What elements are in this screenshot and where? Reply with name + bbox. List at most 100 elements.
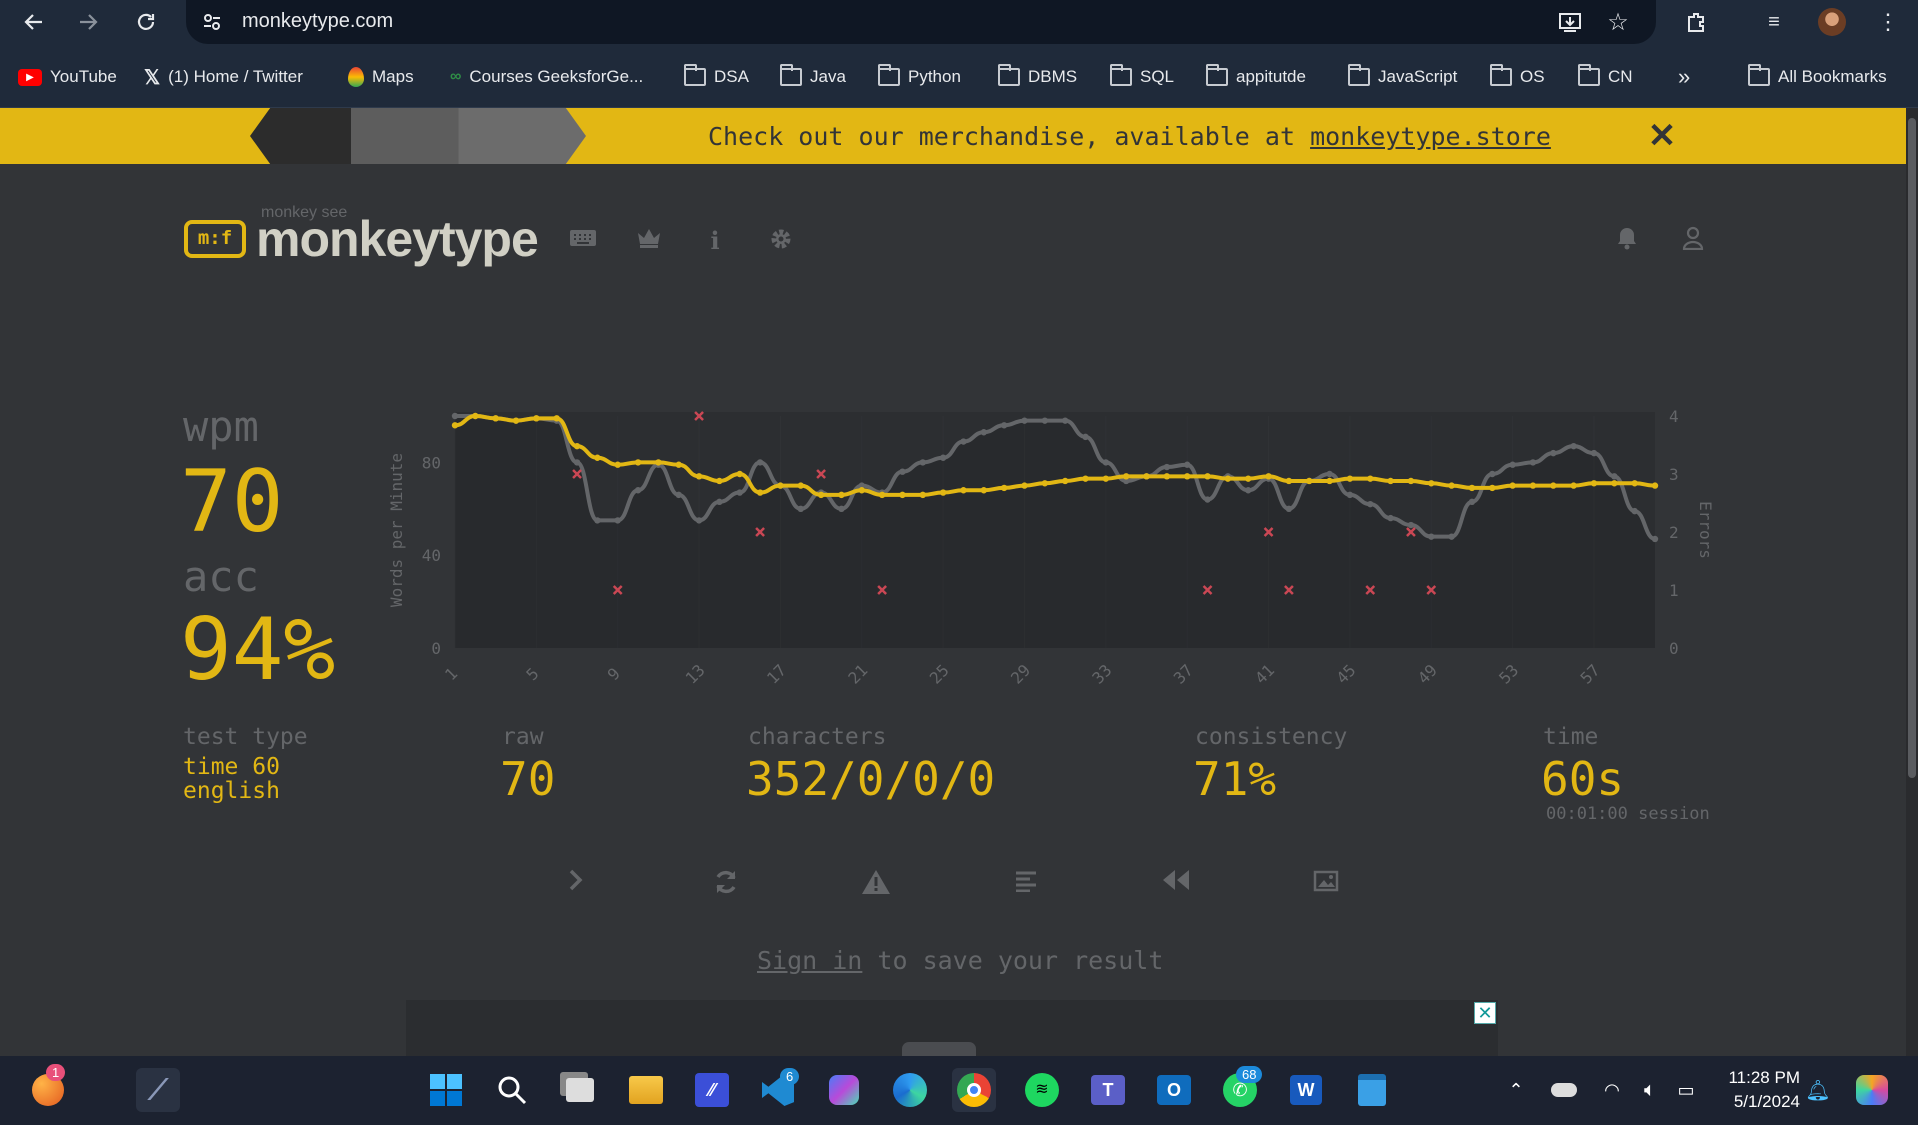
wpm-chart: 04080 01234 1 5 9 13 17 21 25 29 33 37 41 45 49 53 57 …: [387, 407, 1715, 688]
wpm-label: wpm: [183, 402, 259, 451]
bookmark-folder-dsa[interactable]: DSA: [684, 64, 749, 90]
more-bookmarks-button[interactable]: »: [1678, 64, 1690, 90]
bookmark-folder-sql[interactable]: SQL: [1110, 64, 1174, 90]
y-tick-label: 40: [422, 546, 441, 565]
wpm-point: [1021, 482, 1028, 489]
wpm-point: [1306, 477, 1313, 485]
x-tick-label: 9: [604, 664, 624, 684]
install-app-icon[interactable]: [1556, 8, 1584, 36]
menu-icon[interactable]: ⋮: [1874, 8, 1902, 36]
word-history-list-icon[interactable]: [1011, 868, 1041, 898]
ad-expand-handle[interactable]: [902, 1042, 976, 1056]
raw-point: [1346, 491, 1354, 499]
onedrive-cloud-icon[interactable]: [1542, 1068, 1586, 1112]
folder-icon: [1748, 64, 1770, 86]
bookmark-folder-cn[interactable]: CN: [1578, 64, 1633, 90]
clock-date[interactable]: 5/1/2024: [1720, 1092, 1800, 1112]
word-icon[interactable]: W: [1284, 1068, 1328, 1112]
leaderboard-crown-icon[interactable]: [634, 226, 664, 256]
restart-refresh-icon[interactable]: [711, 868, 741, 898]
test-type-label: test type: [183, 724, 308, 750]
edge-browser-icon[interactable]: [888, 1068, 932, 1112]
wpm-point: [614, 461, 621, 468]
extensions-icon[interactable]: [1682, 8, 1710, 36]
url-text[interactable]: monkeytype.com: [242, 10, 393, 33]
clock-time[interactable]: 11:28 PM: [1720, 1068, 1800, 1088]
x-tick-label: 37: [1170, 661, 1197, 688]
spotify-icon[interactable]: ≋: [1020, 1068, 1064, 1112]
bookmark-star-icon[interactable]: ☆: [1604, 8, 1632, 36]
about-info-icon[interactable]: i: [700, 226, 730, 256]
all-bookmarks-button[interactable]: All Bookmarks: [1748, 64, 1887, 90]
notepad-icon[interactable]: [1350, 1068, 1394, 1112]
report-warning-icon[interactable]: [861, 868, 891, 898]
reload-icon[interactable]: [132, 8, 160, 36]
replay-rewind-icon[interactable]: [1161, 868, 1191, 898]
bookmark-folder-javascript[interactable]: JavaScript: [1348, 64, 1457, 90]
address-bar[interactable]: monkeytype.com ☆: [186, 0, 1656, 44]
folder-icon: [1490, 64, 1512, 86]
x-tick-label: 33: [1088, 661, 1115, 688]
sign-in-link[interactable]: Sign in: [757, 946, 862, 975]
keyboard-icon[interactable]: [568, 226, 598, 256]
account-user-icon[interactable]: [1678, 226, 1708, 256]
save-screenshot-image-icon[interactable]: [1311, 868, 1341, 898]
raw-point: [1021, 417, 1028, 424]
x-tick-label: 13: [682, 661, 709, 688]
pinned-app-icon[interactable]: ⟋: [136, 1068, 180, 1112]
bookmark-geeksforgeeks[interactable]: ∞ Courses GeeksforGe...: [450, 64, 643, 90]
file-explorer-icon[interactable]: [624, 1068, 668, 1112]
scrollbar-thumb[interactable]: [1908, 118, 1916, 778]
bookmark-folder-appitutde[interactable]: appitutde: [1206, 64, 1306, 90]
notification-bell-icon[interactable]: 🔔︎: [1796, 1068, 1840, 1112]
site-settings-icon[interactable]: [198, 8, 226, 36]
back-icon[interactable]: [20, 8, 48, 36]
notifications-bell-icon[interactable]: [1612, 226, 1642, 256]
banner-close-button[interactable]: ✕: [1642, 116, 1682, 156]
bookmark-folder-dbms[interactable]: DBMS: [998, 64, 1077, 90]
wpm-point: [1102, 475, 1110, 482]
test-type-mode: time 60: [183, 754, 280, 780]
whatsapp-badge: 68: [1236, 1066, 1263, 1083]
battery-icon[interactable]: ▭: [1664, 1068, 1708, 1112]
wpm-value: 70: [180, 452, 284, 552]
wpm-point: [573, 442, 581, 450]
x-tick-label: 21: [844, 661, 871, 688]
folder-icon: [1348, 64, 1370, 86]
wpm-point: [1285, 477, 1293, 485]
logo-text[interactable]: monkeytype: [256, 210, 539, 268]
copilot-app-icon[interactable]: [822, 1068, 866, 1112]
wpm-point: [899, 491, 906, 499]
bookmark-maps[interactable]: Maps: [348, 64, 414, 90]
store-link[interactable]: monkeytype.store: [1310, 122, 1551, 151]
search-icon[interactable]: [490, 1068, 534, 1112]
forward-icon[interactable]: [74, 8, 102, 36]
outlook-icon[interactable]: O: [1152, 1068, 1196, 1112]
wpm-point: [695, 473, 703, 480]
editor-app-icon[interactable]: ⁄⁄: [690, 1068, 734, 1112]
profile-avatar[interactable]: [1818, 8, 1846, 36]
raw-point: [1489, 470, 1496, 478]
ad-close-icon[interactable]: ✕: [1474, 1002, 1496, 1024]
task-view-icon[interactable]: [558, 1068, 602, 1112]
bookmark-folder-python[interactable]: Python: [878, 64, 961, 90]
bookmark-folder-os[interactable]: OS: [1490, 64, 1545, 90]
wpm-point: [1387, 477, 1394, 485]
copilot-icon[interactable]: [1850, 1068, 1894, 1112]
next-test-chevron-icon[interactable]: [561, 868, 591, 898]
geeksforgeeks-icon: ∞: [450, 68, 462, 85]
bookmark-twitter[interactable]: 𝕏 (1) Home / Twitter: [144, 64, 303, 90]
y-tick-label: 0: [431, 639, 441, 658]
media-control-icon[interactable]: ≡: [1760, 8, 1788, 36]
windows-start-icon[interactable]: [424, 1068, 468, 1112]
teams-icon[interactable]: T: [1086, 1068, 1130, 1112]
bookmark-youtube[interactable]: ▶ YouTube: [18, 64, 117, 90]
bookmark-folder-java[interactable]: Java: [780, 64, 846, 90]
show-hidden-icons-chevron[interactable]: ⌃: [1494, 1068, 1538, 1112]
raw-point: [573, 459, 581, 466]
chrome-browser-icon[interactable]: [952, 1068, 996, 1112]
vscode-badge: 6: [780, 1068, 800, 1085]
logo-icon[interactable]: m:f: [184, 220, 246, 258]
y2-tick-label: 0: [1669, 639, 1679, 658]
settings-gear-icon[interactable]: [766, 226, 796, 256]
